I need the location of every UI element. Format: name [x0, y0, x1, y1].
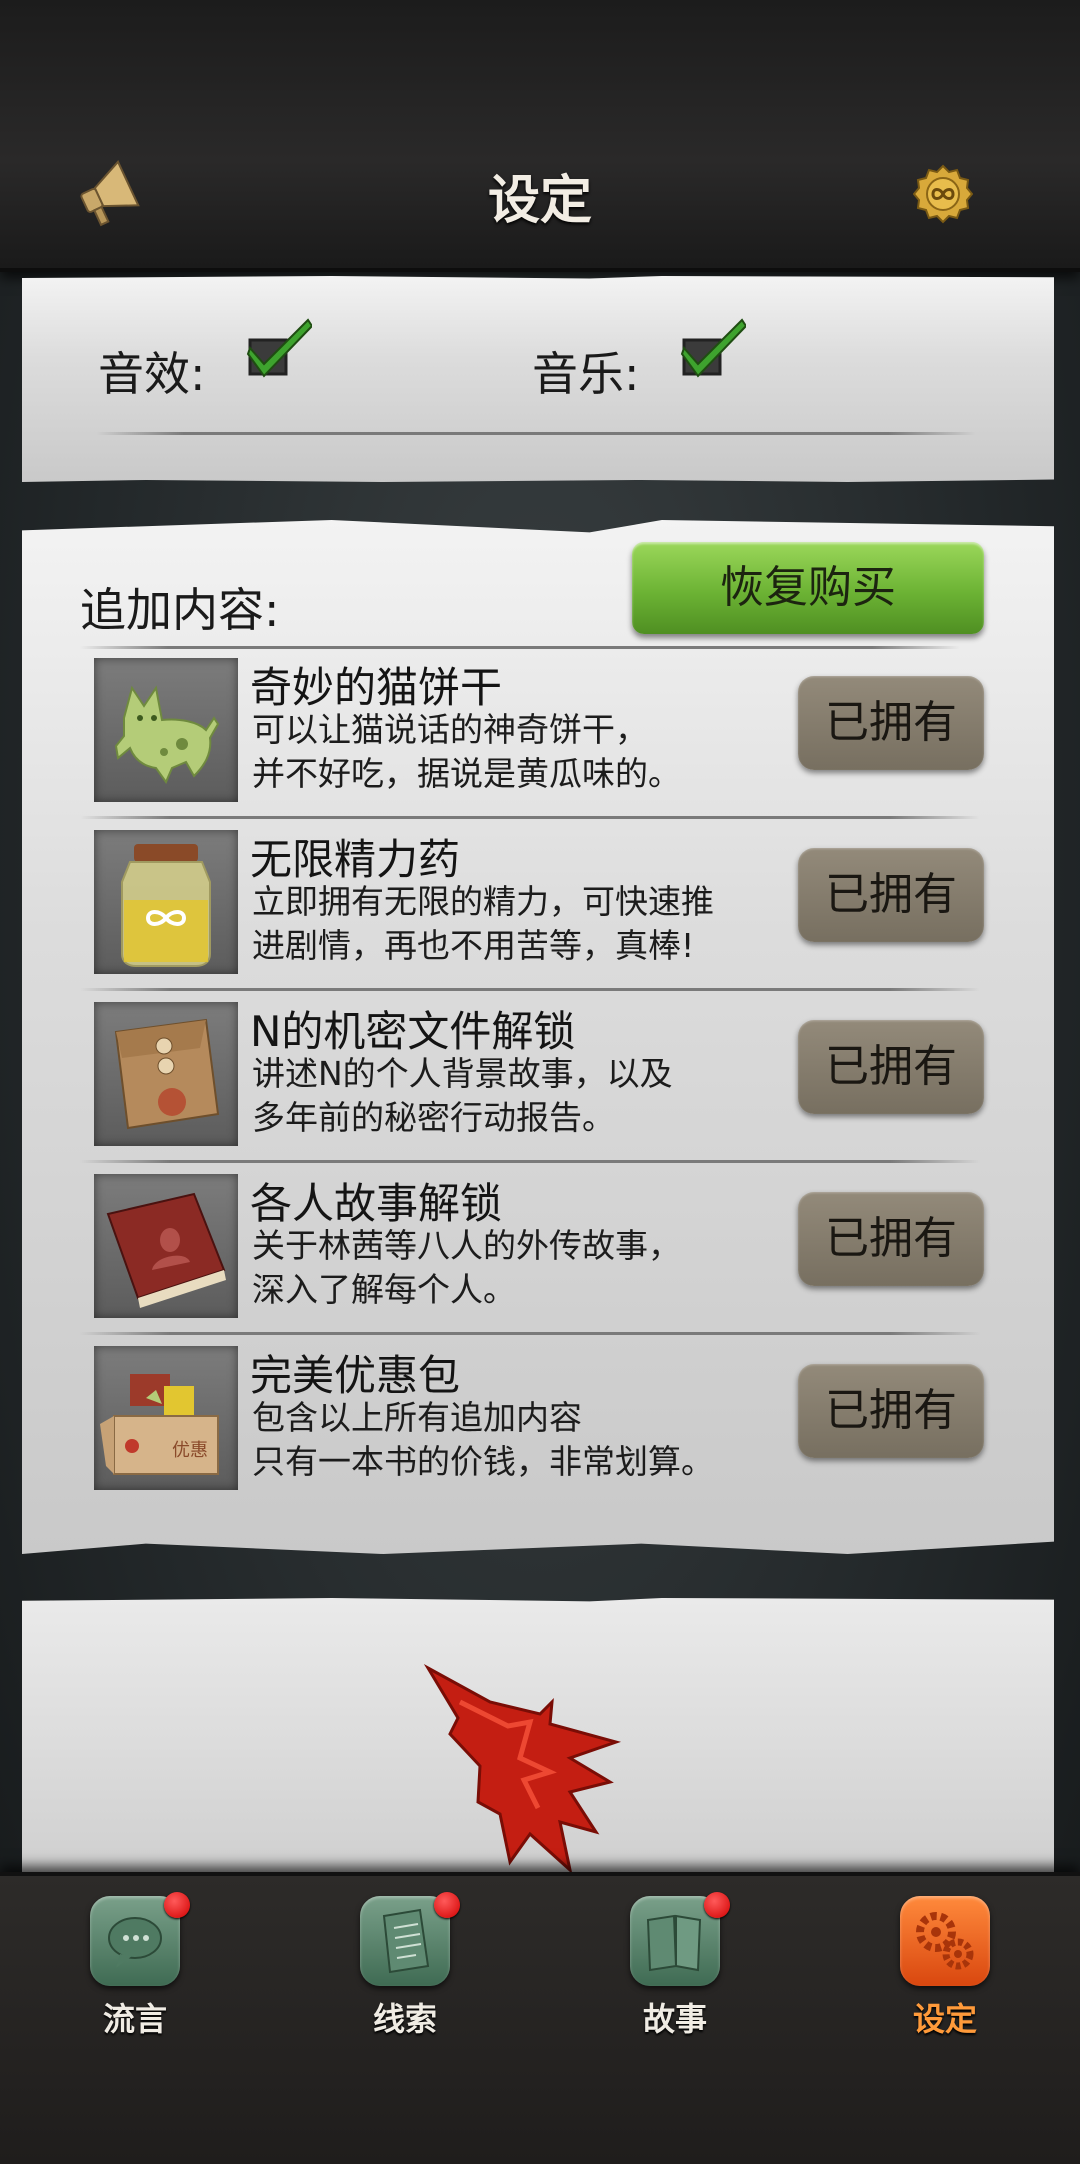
sfx-label: 音效: — [98, 347, 206, 401]
divider — [80, 1332, 980, 1335]
list-item-energy-potion: 无限精力药 立即拥有无限的精力，可快速推 进剧情，再也不用苦等，真棒! 已拥有 — [94, 830, 994, 980]
box-label: 优惠 — [172, 1440, 208, 1461]
owned-button[interactable]: 已拥有 — [798, 1192, 984, 1286]
tab-label: 线索 — [372, 2000, 437, 2038]
item-description: 可以让猫说话的神奇饼干， 并不好吃，据说是黄瓜味的。 — [252, 710, 681, 793]
divider — [80, 646, 960, 649]
notification-badge — [164, 1892, 190, 1918]
notification-badge — [704, 1892, 730, 1918]
tab-clues[interactable]: 线索 — [350, 1892, 460, 2046]
potion-jar-icon — [94, 830, 238, 974]
addons-title: 追加内容: — [80, 583, 280, 637]
divider — [80, 988, 980, 991]
tab-label: 设定 — [912, 2000, 977, 2038]
tab-settings[interactable]: 设定 — [890, 1896, 1000, 2046]
owned-button[interactable]: 已拥有 — [798, 676, 984, 770]
item-title: 各人故事解锁 — [250, 1179, 503, 1228]
sfx-checkbox[interactable] — [246, 318, 312, 378]
item-description: 关于林茜等八人的外传故事， 深入了解每个人。 — [252, 1226, 681, 1309]
tab-story[interactable]: 故事 — [620, 1892, 730, 2046]
gears-icon — [900, 1896, 990, 1986]
gold-coin-icon[interactable] — [913, 164, 973, 224]
cat-cookie-icon — [94, 658, 238, 802]
list-item-cat-cookie: 奇妙的猫饼干 可以让猫说话的神奇饼干， 并不好吃，据说是黄瓜味的。 已拥有 — [94, 658, 994, 808]
restore-purchase-button[interactable]: 恢复购买 — [632, 542, 984, 634]
tab-label: 流言 — [102, 2000, 167, 2038]
item-title: 无限精力药 — [250, 835, 461, 884]
divider — [80, 816, 980, 819]
divider — [80, 1160, 980, 1163]
item-title: 奇妙的猫饼干 — [250, 663, 503, 712]
gift-box-icon: 优惠 — [94, 1346, 238, 1490]
notification-badge — [434, 1892, 460, 1918]
owned-button[interactable]: 已拥有 — [798, 1364, 984, 1458]
item-description: 讲述N的个人背景故事，以及 多年前的秘密行动报告。 — [252, 1054, 673, 1137]
book-icon — [94, 1174, 238, 1318]
item-title: 完美优惠包 — [250, 1351, 461, 1400]
list-item-personal-stories: 各人故事解锁 关于林茜等八人的外传故事， 深入了解每个人。 已拥有 — [94, 1174, 994, 1324]
owned-button[interactable]: 已拥有 — [798, 848, 984, 942]
envelope-icon — [94, 1002, 238, 1146]
list-item-perfect-bundle: 优惠 完美优惠包 包含以上所有追加内容 只有一本书的价钱，非常划算。 已拥有 — [94, 1346, 994, 1496]
wolf-logo-icon — [423, 1664, 622, 1874]
item-description: 立即拥有无限的精力，可快速推 进剧情，再也不用苦等，真棒! — [252, 882, 714, 965]
item-description: 包含以上所有追加内容 只有一本书的价钱，非常划算。 — [252, 1398, 714, 1481]
list-item-n-secret-files: N的机密文件解锁 讲述N的个人背景故事，以及 多年前的秘密行动报告。 已拥有 — [94, 1002, 994, 1152]
owned-button[interactable]: 已拥有 — [798, 1020, 984, 1114]
music-checkbox[interactable] — [680, 318, 746, 378]
music-label: 音乐: — [532, 347, 640, 401]
divider — [96, 432, 976, 435]
tab-rumors[interactable]: 流言 — [80, 1892, 190, 2046]
tab-label: 故事 — [642, 2000, 707, 2038]
item-title: N的机密文件解锁 — [250, 1007, 576, 1056]
